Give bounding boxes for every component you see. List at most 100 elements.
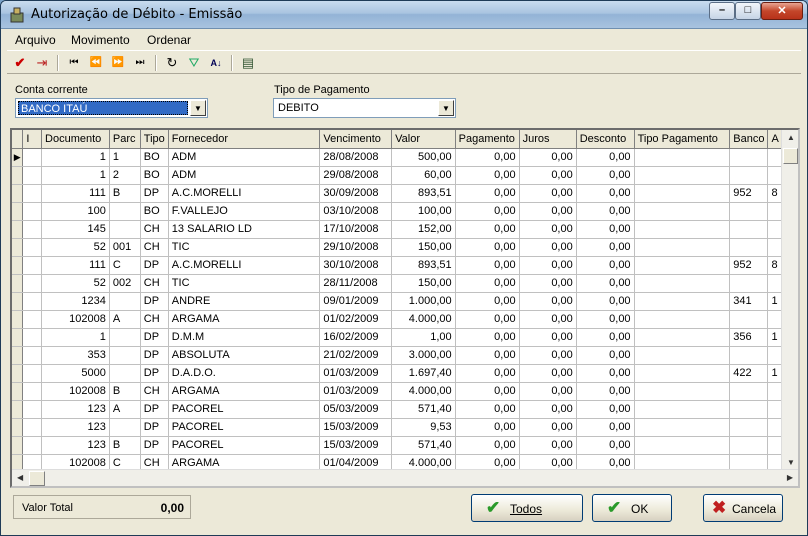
table-cell[interactable]: 28/08/2008: [319, 148, 393, 167]
table-cell[interactable]: [729, 418, 769, 437]
table-cell[interactable]: 353: [41, 346, 110, 365]
table-cell[interactable]: 0,00: [576, 436, 635, 455]
table-cell[interactable]: DP: [140, 364, 169, 383]
ok-button[interactable]: ✔ OK: [592, 494, 672, 522]
table-row[interactable]: 1 2 BO ADM 29/08/2008 60,00 0,00 0,00 0,00: [12, 166, 798, 185]
table-cell[interactable]: 123: [41, 436, 110, 455]
first-record-icon[interactable]: ⏮: [65, 54, 83, 72]
table-cell[interactable]: CH: [140, 238, 169, 257]
table-cell[interactable]: [634, 364, 731, 383]
table-cell[interactable]: 500,00: [391, 148, 456, 167]
next-record-icon[interactable]: ⏩: [109, 54, 127, 72]
menu-ordenar[interactable]: Ordenar: [147, 33, 191, 47]
table-cell[interactable]: 4.000,00: [391, 310, 456, 329]
table-cell[interactable]: 30/09/2008: [319, 184, 393, 203]
horizontal-scrollbar[interactable]: ◀ ▶: [12, 469, 798, 486]
table-cell[interactable]: [109, 328, 141, 347]
table-cell[interactable]: ADM: [168, 166, 321, 185]
table-cell[interactable]: 1: [41, 166, 110, 185]
scroll-down-icon[interactable]: ▼: [787, 458, 795, 467]
table-cell[interactable]: 0,00: [576, 328, 635, 347]
table-cell[interactable]: 0,00: [519, 148, 577, 167]
row-indicator[interactable]: [12, 364, 24, 383]
table-cell[interactable]: 111: [41, 184, 110, 203]
table-cell[interactable]: 0,00: [455, 436, 520, 455]
table-cell[interactable]: 0,00: [455, 274, 520, 293]
row-indicator[interactable]: [12, 292, 24, 311]
table-cell[interactable]: 0,00: [455, 292, 520, 311]
table-cell[interactable]: 002: [109, 274, 141, 293]
close-button[interactable]: ✕: [761, 2, 803, 20]
table-cell[interactable]: A.C.MORELLI: [168, 256, 321, 275]
table-cell[interactable]: DP: [140, 346, 169, 365]
table-cell[interactable]: [729, 148, 769, 167]
table-cell[interactable]: [109, 292, 141, 311]
table-cell[interactable]: 09/01/2009: [319, 292, 393, 311]
table-cell[interactable]: [729, 202, 769, 221]
table-cell[interactable]: DP: [140, 418, 169, 437]
table-cell[interactable]: ARGAMA: [168, 382, 321, 401]
table-cell[interactable]: 111: [41, 256, 110, 275]
table-cell[interactable]: ABSOLUTA: [168, 346, 321, 365]
table-cell[interactable]: 150,00: [391, 238, 456, 257]
table-cell[interactable]: 0,00: [519, 382, 577, 401]
table-cell[interactable]: [22, 202, 43, 221]
table-cell[interactable]: 03/10/2008: [319, 202, 393, 221]
table-cell[interactable]: [634, 274, 731, 293]
table-cell[interactable]: 893,51: [391, 256, 456, 275]
table-cell[interactable]: 05/03/2009: [319, 400, 393, 419]
table-cell[interactable]: 0,00: [455, 184, 520, 203]
table-cell[interactable]: [22, 436, 43, 455]
table-cell[interactable]: 001: [109, 238, 141, 257]
table-cell[interactable]: [634, 202, 731, 221]
table-cell[interactable]: [22, 310, 43, 329]
table-cell[interactable]: 0,00: [519, 364, 577, 383]
table-cell[interactable]: A: [109, 400, 141, 419]
table-cell[interactable]: A.C.MORELLI: [168, 184, 321, 203]
table-cell[interactable]: 60,00: [391, 166, 456, 185]
table-cell[interactable]: 100: [41, 202, 110, 221]
table-cell[interactable]: 341: [729, 292, 769, 311]
row-indicator[interactable]: [12, 274, 24, 293]
table-cell[interactable]: [22, 328, 43, 347]
table-cell[interactable]: [634, 256, 731, 275]
cancela-button[interactable]: ✖ Cancela: [703, 494, 783, 522]
table-cell[interactable]: [634, 382, 731, 401]
table-cell[interactable]: 52: [41, 238, 110, 257]
table-cell[interactable]: 01/02/2009: [319, 310, 393, 329]
col-header[interactable]: Tipo: [140, 130, 169, 149]
table-cell[interactable]: 0,00: [519, 292, 577, 311]
menu-arquivo[interactable]: Arquivo: [15, 33, 56, 47]
table-cell[interactable]: [729, 274, 769, 293]
table-cell[interactable]: 0,00: [576, 184, 635, 203]
row-indicator[interactable]: [12, 202, 24, 221]
table-cell[interactable]: 1.000,00: [391, 292, 456, 311]
chevron-down-icon[interactable]: ▼: [438, 100, 454, 116]
menu-movimento[interactable]: Movimento: [71, 33, 130, 47]
table-cell[interactable]: 0,00: [519, 400, 577, 419]
table-cell[interactable]: 0,00: [519, 256, 577, 275]
table-cell[interactable]: 0,00: [519, 166, 577, 185]
table-cell[interactable]: 28/11/2008: [319, 274, 393, 293]
table-row[interactable]: 111 C DP A.C.MORELLI 30/10/2008 893,51 0,00 0,0…: [12, 256, 798, 275]
table-cell[interactable]: PACOREL: [168, 436, 321, 455]
table-cell[interactable]: 15/03/2009: [319, 418, 393, 437]
table-cell[interactable]: 0,00: [519, 328, 577, 347]
col-header[interactable]: Juros: [519, 130, 577, 149]
last-record-icon[interactable]: ⏭: [131, 54, 149, 72]
table-cell[interactable]: 123: [41, 418, 110, 437]
scroll-up-icon[interactable]: ▲: [787, 133, 795, 142]
table-cell[interactable]: 0,00: [455, 148, 520, 167]
table-cell[interactable]: 0,00: [455, 418, 520, 437]
table-cell[interactable]: PACOREL: [168, 400, 321, 419]
table-cell[interactable]: DP: [140, 256, 169, 275]
table-cell[interactable]: [109, 220, 141, 239]
table-cell[interactable]: D.M.M: [168, 328, 321, 347]
table-cell[interactable]: [22, 400, 43, 419]
table-row[interactable]: 102008 A CH ARGAMA 01/02/2009 4.000,00 0,00 0,0…: [12, 310, 798, 329]
table-cell[interactable]: 422: [729, 364, 769, 383]
table-cell[interactable]: 01/03/2009: [319, 364, 393, 383]
table-cell[interactable]: 0,00: [576, 202, 635, 221]
table-cell[interactable]: 0,00: [519, 274, 577, 293]
table-cell[interactable]: 145: [41, 220, 110, 239]
